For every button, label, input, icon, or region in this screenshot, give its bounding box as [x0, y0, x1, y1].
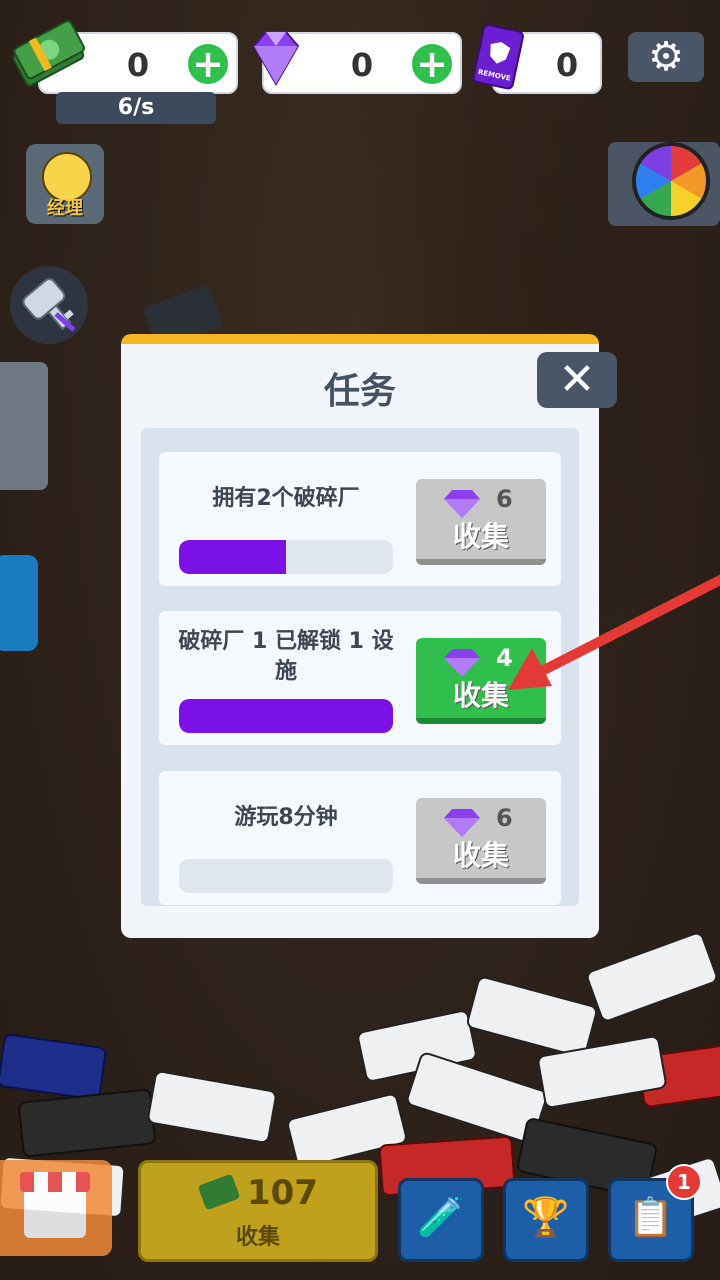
gear-icon: ⚙ — [648, 34, 684, 80]
scrap-car — [0, 1033, 108, 1101]
remove-card-value: 0 — [555, 46, 579, 84]
task-progress-bar — [179, 859, 393, 893]
upgrade-button[interactable]: 🧪 — [398, 1178, 484, 1262]
trophy-icon: 🏆 — [522, 1195, 570, 1239]
task-list[interactable]: 拥有2个破碎厂 6 收集 破碎厂 1 已解锁 1 设施 4 收集 游玩8分钟 6… — [141, 428, 579, 906]
reward-amount: 6 — [496, 485, 513, 513]
lucky-wheel-button[interactable] — [608, 142, 720, 226]
task-item: 破碎厂 1 已解锁 1 设施 4 收集 — [159, 611, 561, 745]
achievements-button[interactable]: 🏆 — [503, 1178, 589, 1262]
collect-cash-button[interactable]: 107 收集 — [138, 1160, 378, 1262]
background-car — [0, 555, 38, 651]
remove-card-icon: REMOVE — [472, 24, 524, 90]
gem-icon — [252, 31, 300, 86]
task-name: 游玩8分钟 — [234, 805, 338, 830]
task-progress-bar — [179, 699, 393, 733]
add-gem-button[interactable]: + — [412, 44, 452, 84]
income-rate: 6/s — [56, 92, 216, 124]
collect-button[interactable]: 4 收集 — [416, 638, 546, 724]
cash-icon — [12, 20, 86, 87]
collect-button[interactable]: 6 收集 — [416, 798, 546, 884]
add-cash-button[interactable]: + — [188, 44, 228, 84]
scrap-car — [584, 930, 720, 1024]
task-item: 游玩8分钟 6 收集 — [159, 771, 561, 905]
dialog-title: 任务 — [323, 371, 396, 412]
close-icon: ✕ — [558, 354, 596, 405]
key-button[interactable] — [10, 266, 88, 344]
key-icon — [22, 278, 76, 332]
wheel-icon — [632, 142, 710, 220]
task-progress-fill — [179, 540, 286, 574]
shop-button[interactable] — [0, 1160, 112, 1256]
cash-icon — [197, 1173, 241, 1211]
scrap-car — [465, 974, 599, 1060]
reward-amount: 4 — [496, 644, 513, 672]
collect-label: 收集 — [235, 1225, 280, 1250]
scrap-car — [17, 1088, 157, 1158]
scrap-car — [146, 1069, 278, 1145]
reward-amount: 6 — [496, 804, 513, 832]
tasks-badge: 1 — [666, 1164, 702, 1200]
task-name: 破碎厂 1 已解锁 1 设施 — [178, 629, 394, 684]
collect-label: 收集 — [452, 679, 509, 712]
task-progress-bar — [179, 540, 393, 574]
collect-label: 收集 — [452, 520, 509, 553]
close-button[interactable]: ✕ — [537, 352, 617, 408]
collect-amount: 107 — [247, 1173, 318, 1213]
clipboard-icon: 📋 — [627, 1195, 675, 1239]
settings-button[interactable]: ⚙ — [628, 32, 704, 82]
manager-label: 经理 — [47, 198, 83, 219]
collect-button[interactable]: 6 收集 — [416, 479, 546, 565]
task-item: 拥有2个破碎厂 6 收集 — [159, 452, 561, 586]
task-name: 拥有2个破碎厂 — [212, 486, 360, 511]
collect-label: 收集 — [452, 839, 509, 872]
manager-button[interactable]: 经理 — [26, 144, 104, 224]
potion-icon: 🧪 — [417, 1195, 465, 1239]
shop-awning — [20, 1172, 90, 1192]
side-panel — [0, 362, 48, 490]
task-progress-fill — [179, 699, 393, 733]
